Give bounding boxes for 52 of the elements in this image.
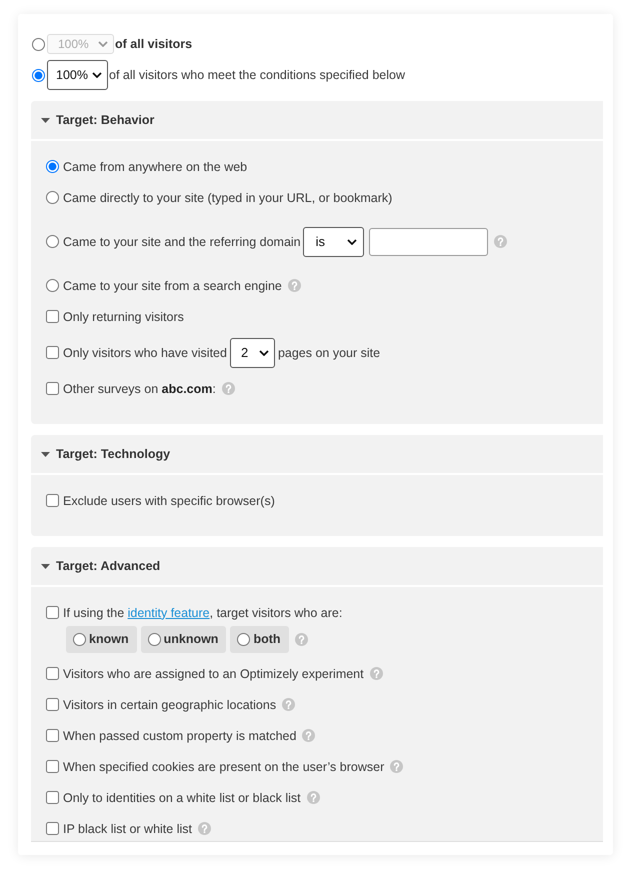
- identity-choice[interactable]: known: [66, 626, 137, 652]
- radio-button[interactable]: [46, 279, 59, 292]
- option-label: Only returning visitors: [63, 310, 184, 324]
- condition-select[interactable]: is: [302, 226, 364, 256]
- radio-button[interactable]: [148, 632, 161, 646]
- identity-choice[interactable]: unknown: [140, 626, 226, 652]
- identity-choice[interactable]: both: [230, 626, 289, 652]
- option-label: When specified cookies are present on the user’s browser: [63, 760, 384, 774]
- option-label: Other surveys on abc.com:: [63, 382, 216, 396]
- condition-select[interactable]: 2: [230, 338, 275, 368]
- checkbox[interactable]: [46, 760, 59, 773]
- checkbox[interactable]: [46, 791, 59, 804]
- checkbox[interactable]: [46, 310, 59, 323]
- radio-button[interactable]: [73, 632, 86, 646]
- option-label: of all visitors: [115, 37, 192, 51]
- section-header[interactable]: Target: Advanced: [31, 547, 603, 585]
- option-label: Exclude users with specific browser(s): [63, 494, 275, 508]
- option-label: Came to your site from a search engine: [63, 278, 282, 292]
- chevron-icon: [258, 350, 269, 356]
- checkbox[interactable]: [46, 667, 59, 680]
- option-label: Only to identities on a white list or black list: [63, 790, 301, 804]
- radio-button[interactable]: [32, 68, 45, 82]
- option-label: Visitors in certain geographic locations: [63, 698, 276, 712]
- checkbox[interactable]: [46, 382, 59, 395]
- chevron-icon: [92, 72, 102, 78]
- option-label: pages on your site: [278, 346, 380, 360]
- radio-button[interactable]: [46, 191, 59, 204]
- checkbox[interactable]: [46, 494, 59, 507]
- checkbox[interactable]: [46, 346, 59, 359]
- checkbox[interactable]: [46, 822, 59, 835]
- percent-select[interactable]: 100%: [47, 60, 108, 90]
- checkbox[interactable]: [46, 606, 59, 619]
- radio-button[interactable]: [46, 160, 59, 173]
- domain-field[interactable]: [368, 228, 488, 256]
- option-label: of all visitors who meet the conditions specified below: [109, 68, 405, 82]
- section-header[interactable]: Target: Technology: [31, 435, 603, 473]
- radio-button[interactable]: [32, 38, 45, 50]
- checkbox[interactable]: [46, 729, 59, 742]
- checkbox[interactable]: [46, 698, 59, 711]
- option-label: Came from anywhere on the web: [63, 160, 248, 174]
- chevron-icon: [346, 238, 357, 244]
- option-label: IP black list or white list: [63, 822, 192, 836]
- option-label: Visitors who are assigned to an Optimizely experiment: [63, 666, 364, 680]
- option-label: When passed custom property is matched: [63, 728, 296, 742]
- chevron-icon: [98, 41, 108, 47]
- radio-button[interactable]: [46, 235, 59, 248]
- option-label: Came directly to your site (typed in your URL, or bookmark): [63, 190, 392, 204]
- radio-button[interactable]: [237, 632, 250, 646]
- option-label: Came to your site and the referring domain: [63, 234, 301, 248]
- option-label: If using the identity feature, target visitors who are:: [63, 606, 342, 620]
- section-header[interactable]: Target: Behavior: [31, 101, 603, 139]
- option-label: Only visitors who have visited: [63, 346, 227, 360]
